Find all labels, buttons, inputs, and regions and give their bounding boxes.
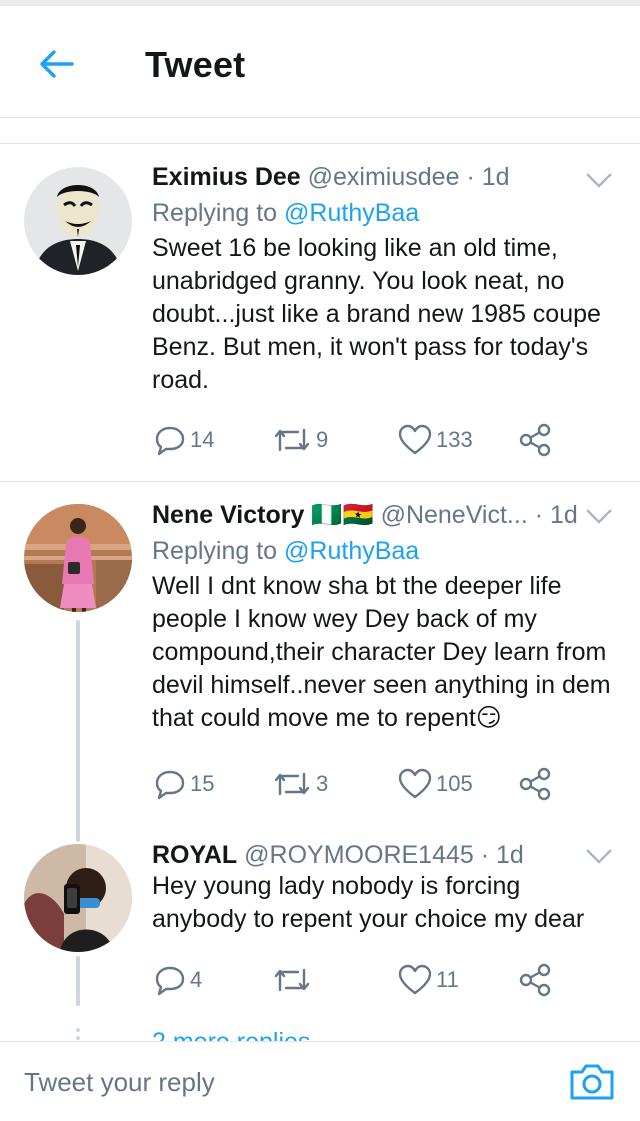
reply-icon bbox=[155, 426, 185, 456]
tweet-time: 1d bbox=[496, 841, 524, 869]
retweet-button[interactable] bbox=[272, 960, 316, 1000]
tweet-header: Nene Victory 🇳🇬🇬🇭 @NeneVict... · 1d bbox=[152, 500, 618, 530]
smirk-emoji: 😏 bbox=[475, 704, 502, 732]
reply-composer bbox=[0, 1041, 640, 1121]
reply-button[interactable]: 14 bbox=[154, 420, 214, 460]
replying-to: Replying to @RuthyBaa bbox=[152, 536, 618, 566]
tweet-text: Sweet 16 be looking like an old time, un… bbox=[152, 234, 601, 394]
author-name[interactable]: ROYAL bbox=[152, 841, 237, 869]
like-button[interactable]: 11 bbox=[398, 960, 459, 1000]
chevron-down-icon[interactable] bbox=[584, 846, 614, 866]
camera-button[interactable] bbox=[568, 1060, 616, 1104]
reply-count: 14 bbox=[190, 427, 215, 452]
back-button[interactable] bbox=[28, 42, 84, 86]
share-button[interactable] bbox=[518, 420, 552, 460]
chevron-down-icon[interactable] bbox=[584, 170, 614, 190]
thread-dot bbox=[76, 1028, 80, 1032]
retweet-button[interactable]: 9 bbox=[272, 420, 328, 460]
replies-feed: Eximius Dee @eximiusdee · 1d Replying to… bbox=[0, 144, 640, 1041]
tweet-actions: 15 3 105 bbox=[152, 764, 572, 804]
author-handle[interactable]: @eximiusdee bbox=[308, 163, 460, 191]
share-button[interactable] bbox=[518, 960, 552, 1000]
separator-dot: · bbox=[534, 501, 544, 529]
top-app-bar: Tweet bbox=[0, 6, 640, 118]
heart-icon bbox=[398, 964, 432, 995]
retweet-icon bbox=[274, 428, 310, 452]
retweet-icon bbox=[274, 772, 310, 796]
replying-label: Replying to bbox=[152, 199, 285, 227]
tweet-card[interactable]: Eximius Dee @eximiusdee · 1d Replying to… bbox=[0, 144, 640, 481]
like-count: 105 bbox=[436, 771, 473, 796]
avatar[interactable] bbox=[24, 504, 132, 612]
page-title: Tweet bbox=[145, 44, 246, 85]
replying-label: Replying to bbox=[152, 537, 285, 565]
thread-dot bbox=[76, 1036, 80, 1040]
separator-dot: · bbox=[466, 163, 475, 191]
like-button[interactable]: 133 bbox=[398, 420, 473, 460]
tweet-time: 1d bbox=[481, 163, 510, 191]
avatar[interactable] bbox=[24, 844, 132, 952]
tweet-card[interactable]: Nene Victory 🇳🇬🇬🇭 @NeneVict... · 1d Repl… bbox=[0, 482, 640, 822]
heart-icon bbox=[398, 768, 432, 799]
author-name[interactable]: Eximius Dee bbox=[152, 163, 301, 191]
arrow-left-icon bbox=[40, 50, 74, 78]
thread-line bbox=[76, 956, 80, 1006]
reply-input[interactable] bbox=[24, 1062, 524, 1102]
author-handle[interactable]: @ROYMOORE1445 bbox=[244, 841, 474, 869]
author-handle[interactable]: @NeneVict... bbox=[381, 501, 528, 529]
section-divider bbox=[0, 118, 640, 144]
chevron-down-icon[interactable] bbox=[584, 506, 614, 526]
tweet-header: Eximius Dee @eximiusdee · 1d bbox=[152, 162, 618, 192]
share-icon bbox=[519, 423, 551, 457]
flag-emojis: 🇳🇬🇬🇭 bbox=[311, 501, 374, 529]
reply-count: 15 bbox=[190, 771, 215, 796]
like-button[interactable]: 105 bbox=[398, 764, 473, 804]
tweet-card[interactable]: ROYAL @ROYMOORE1445 · 1d Hey young lady … bbox=[0, 822, 640, 1022]
retweet-icon bbox=[274, 968, 310, 992]
share-icon bbox=[519, 767, 551, 801]
reply-icon bbox=[155, 770, 185, 800]
separator-dot: · bbox=[480, 841, 490, 869]
avatar[interactable] bbox=[24, 167, 132, 275]
tweet-actions: 4 11 bbox=[152, 960, 572, 1000]
tweet-text: Hey young lady nobody is forcing anybody… bbox=[152, 872, 585, 933]
heart-icon bbox=[398, 424, 432, 455]
camera-icon bbox=[570, 1064, 614, 1100]
retweet-button[interactable]: 3 bbox=[272, 764, 328, 804]
replying-to-link[interactable]: @RuthyBaa bbox=[284, 199, 419, 227]
author-name[interactable]: Nene Victory bbox=[152, 501, 304, 529]
reply-icon bbox=[155, 966, 185, 996]
replying-to: Replying to @RuthyBaa bbox=[152, 198, 618, 228]
share-button[interactable] bbox=[518, 764, 552, 804]
retweet-count: 3 bbox=[316, 771, 329, 796]
like-count: 133 bbox=[436, 427, 473, 452]
share-icon bbox=[519, 963, 551, 997]
tweet-text: Well I dnt know sha bt the deeper life p… bbox=[152, 572, 611, 732]
tweet-time: 1d bbox=[550, 501, 578, 529]
tweet-header: ROYAL @ROYMOORE1445 · 1d bbox=[152, 840, 618, 870]
reply-button[interactable]: 15 bbox=[154, 764, 214, 804]
tweet-actions: 14 9 133 bbox=[152, 420, 572, 460]
reply-button[interactable]: 4 bbox=[154, 960, 202, 1000]
tweet-text-block: Well I dnt know sha bt the deeper life p… bbox=[152, 570, 618, 735]
like-count: 11 bbox=[436, 967, 459, 992]
retweet-count: 9 bbox=[316, 427, 329, 452]
reply-count: 4 bbox=[190, 967, 203, 992]
replying-to-link[interactable]: @RuthyBaa bbox=[284, 537, 419, 565]
more-replies-link[interactable]: 2 more replies bbox=[152, 1028, 310, 1041]
